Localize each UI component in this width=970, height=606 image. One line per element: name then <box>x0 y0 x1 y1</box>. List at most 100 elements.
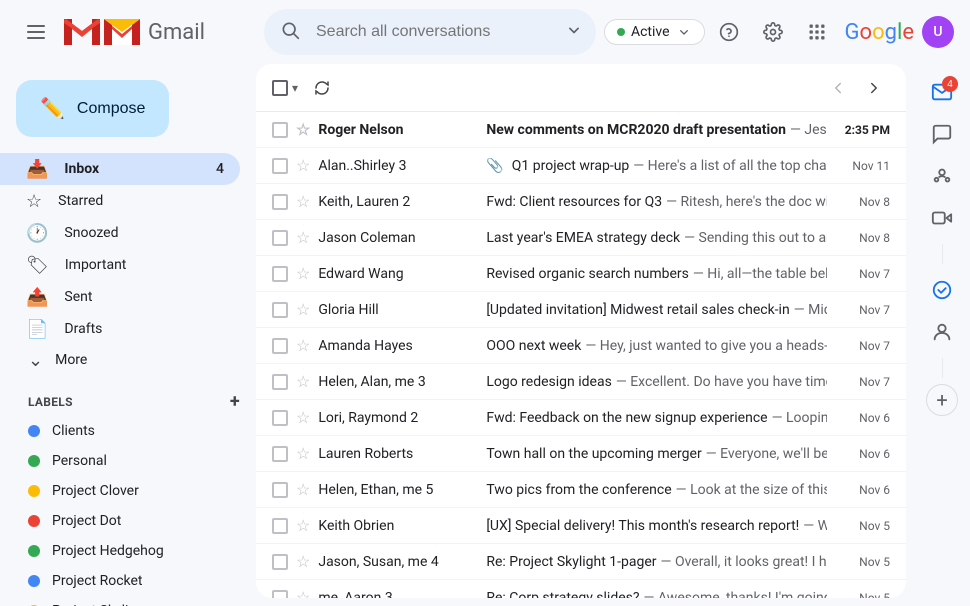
search-dropdown-icon[interactable] <box>564 20 584 44</box>
meet-icon-button[interactable] <box>922 198 962 238</box>
email-snippet: — Excellent. Do have you have time to me… <box>616 374 827 390</box>
star-icon[interactable]: ☆ <box>296 444 310 463</box>
nav-list: 📥 Inbox 4 ☆ Starred 🕐 Snoozed 🏷 Importan… <box>0 153 256 345</box>
avatar[interactable]: U <box>922 16 954 48</box>
row-checkbox[interactable] <box>272 482 288 498</box>
settings-button[interactable] <box>753 12 793 52</box>
chat-icon-button[interactable] <box>922 114 962 154</box>
star-icon[interactable]: ☆ <box>296 372 310 391</box>
sidebar-item-important[interactable]: 🏷 Important <box>0 249 240 281</box>
email-time: 2:35 PM <box>835 123 890 137</box>
email-sender: Edward Wang <box>318 266 478 282</box>
label-item-project-dot[interactable]: Project Dot <box>0 506 240 536</box>
refresh-button[interactable] <box>306 72 338 104</box>
row-checkbox[interactable] <box>272 554 288 570</box>
label-name-personal: Personal <box>52 453 107 469</box>
row-checkbox[interactable] <box>272 374 288 390</box>
row-checkbox[interactable] <box>272 446 288 462</box>
select-dropdown-icon[interactable]: ▾ <box>292 81 298 95</box>
email-time: Nov 5 <box>835 519 890 533</box>
email-subject: [Updated invitation] Midwest retail sale… <box>486 302 789 318</box>
email-sender: Lori, Raymond 2 <box>318 410 478 426</box>
email-subject: Fwd: Feedback on the new signup experien… <box>486 410 767 426</box>
nav-label-drafts: Drafts <box>64 321 102 337</box>
star-icon[interactable]: ☆ <box>296 192 310 211</box>
star-icon[interactable]: ☆ <box>296 120 310 139</box>
star-icon[interactable]: ☆ <box>296 408 310 427</box>
compose-button[interactable]: ✏️ Compose <box>16 80 169 137</box>
label-item-project-skyline[interactable]: Project Skyline <box>0 596 240 606</box>
tasks-icon-button[interactable] <box>922 270 962 310</box>
spaces-icon-button[interactable] <box>922 156 962 196</box>
apps-button[interactable] <box>797 12 837 52</box>
chevron-down-icon: ⌄ <box>28 350 43 371</box>
sidebar-item-drafts[interactable]: 📄 Drafts <box>0 313 240 345</box>
label-item-clients[interactable]: Clients <box>0 416 240 446</box>
star-icon[interactable]: ☆ <box>296 552 310 571</box>
nav-label-inbox: Inbox <box>64 161 99 177</box>
select-all-checkbox[interactable] <box>272 80 288 96</box>
star-icon[interactable]: ☆ <box>296 516 310 535</box>
next-page-button[interactable] <box>858 72 890 104</box>
sidebar-item-starred[interactable]: ☆ Starred <box>0 185 240 217</box>
contacts-icon-button[interactable] <box>922 312 962 352</box>
table-row[interactable]: ☆ Roger Nelson New comments on MCR2020 d… <box>256 112 906 148</box>
star-icon[interactable]: ☆ <box>296 228 310 247</box>
star-icon[interactable]: ☆ <box>296 264 310 283</box>
row-checkbox[interactable] <box>272 410 288 426</box>
star-icon[interactable]: ☆ <box>296 588 310 598</box>
table-row[interactable]: ☆ Amanda Hayes OOO next week — Hey, just… <box>256 328 906 364</box>
label-item-project-rocket[interactable]: Project Rocket <box>0 566 240 596</box>
table-row[interactable]: ☆ Keith Obrien [UX] Special delivery! Th… <box>256 508 906 544</box>
search-input[interactable] <box>264 9 596 55</box>
table-row[interactable]: ☆ Lori, Raymond 2 Fwd: Feedback on the n… <box>256 400 906 436</box>
nav-icon-inbox: 📥 <box>26 159 48 180</box>
email-sender: Jason Coleman <box>318 230 478 246</box>
email-subject: Re: Corp strategy slides? <box>486 590 639 599</box>
table-row[interactable]: ☆ Lauren Roberts Town hall on the upcomi… <box>256 436 906 472</box>
table-row[interactable]: ☆ Helen, Ethan, me 5 Two pics from the c… <box>256 472 906 508</box>
row-checkbox[interactable] <box>272 194 288 210</box>
table-row[interactable]: ☆ Alan..Shirley 3 📎 Q1 project wrap-up —… <box>256 148 906 184</box>
label-list: Clients Personal Project Clover Project … <box>0 416 256 606</box>
table-row[interactable]: ☆ Gloria Hill [Updated invitation] Midwe… <box>256 292 906 328</box>
label-item-project-clover[interactable]: Project Clover <box>0 476 240 506</box>
row-checkbox[interactable] <box>272 122 288 138</box>
label-item-personal[interactable]: Personal <box>0 446 240 476</box>
sidebar-item-inbox[interactable]: 📥 Inbox 4 <box>0 153 240 185</box>
active-status[interactable]: Active <box>604 19 705 45</box>
star-icon[interactable]: ☆ <box>296 336 310 355</box>
sidebar-item-sent[interactable]: 📤 Sent <box>0 281 240 313</box>
prev-page-button[interactable] <box>822 72 854 104</box>
row-checkbox[interactable] <box>272 230 288 246</box>
label-item-project-hedgehog[interactable]: Project Hedgehog <box>0 536 240 566</box>
table-row[interactable]: ☆ Keith, Lauren 2 Fwd: Client resources … <box>256 184 906 220</box>
table-row[interactable]: ☆ Jason Coleman Last year's EMEA strateg… <box>256 220 906 256</box>
add-icon-button[interactable]: + <box>926 384 958 416</box>
star-icon[interactable]: ☆ <box>296 300 310 319</box>
labels-add-button[interactable]: + <box>230 391 240 412</box>
row-checkbox[interactable] <box>272 338 288 354</box>
row-checkbox[interactable] <box>272 518 288 534</box>
table-row[interactable]: ☆ Edward Wang Revised organic search num… <box>256 256 906 292</box>
sidebar-item-snoozed[interactable]: 🕐 Snoozed <box>0 217 240 249</box>
row-checkbox[interactable] <box>272 302 288 318</box>
help-button[interactable] <box>709 12 749 52</box>
table-row[interactable]: ☆ me, Aaron 3 Re: Corp strategy slides? … <box>256 580 906 598</box>
row-checkbox[interactable] <box>272 266 288 282</box>
label-dot-clients <box>28 425 40 437</box>
table-row[interactable]: ☆ Jason, Susan, me 4 Re: Project Skyligh… <box>256 544 906 580</box>
search-bar <box>264 9 596 55</box>
email-time: Nov 11 <box>835 159 890 173</box>
gmail-logo <box>64 19 140 45</box>
table-row[interactable]: ☆ Helen, Alan, me 3 Logo redesign ideas … <box>256 364 906 400</box>
row-checkbox[interactable] <box>272 158 288 174</box>
nav-label-important: Important <box>65 257 127 273</box>
star-icon[interactable]: ☆ <box>296 156 310 175</box>
row-checkbox[interactable] <box>272 590 288 599</box>
email-snippet: — Look at the size of this crowd! We're … <box>676 482 827 498</box>
menu-button[interactable] <box>16 12 56 52</box>
mail-icon-button[interactable]: 4 <box>922 72 962 112</box>
sidebar-more-item[interactable]: ⌄ More <box>0 345 240 375</box>
star-icon[interactable]: ☆ <box>296 480 310 499</box>
